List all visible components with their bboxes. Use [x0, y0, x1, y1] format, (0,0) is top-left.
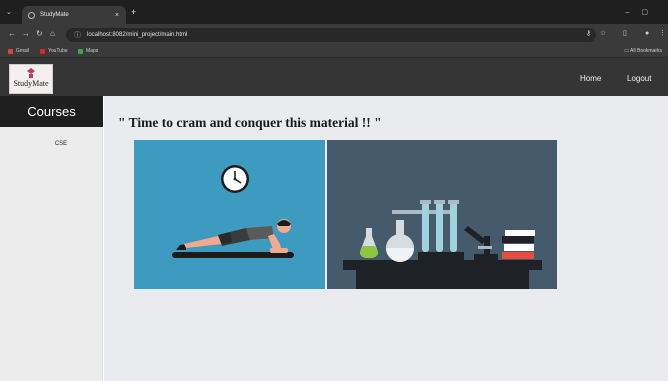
- sidebar-title: Courses: [0, 96, 103, 127]
- address-bar[interactable]: ⓘ localhost:8082/mini_project/main.html: [66, 28, 596, 42]
- sidebar: [0, 96, 103, 381]
- youtube-icon: [40, 48, 45, 54]
- maps-icon: [78, 48, 83, 54]
- graduation-cap-icon: [27, 68, 35, 78]
- reload-icon[interactable]: ↻: [36, 30, 43, 38]
- bookmark-label: YouTube: [48, 48, 68, 54]
- password-key-icon[interactable]: ⚷: [586, 30, 591, 38]
- all-bookmarks-label: All Bookmarks: [630, 48, 662, 54]
- bookmark-maps[interactable]: Maps: [78, 48, 98, 54]
- browser-tab-bar: ⌄ StudyMate × + –▢: [0, 0, 668, 24]
- menu-icon[interactable]: ⋮: [659, 30, 666, 38]
- site-header: [0, 58, 668, 96]
- bookmark-gmail[interactable]: Gmail: [8, 48, 29, 54]
- study-banner-image: [134, 140, 557, 289]
- new-tab-icon[interactable]: +: [131, 8, 136, 17]
- clock-icon: [221, 165, 249, 193]
- tab-close-icon[interactable]: ×: [115, 12, 119, 19]
- browser-toolbar: ← → ↻ ⌂ ⓘ localhost:8082/mini_project/ma…: [0, 24, 668, 46]
- home-icon[interactable]: ⌂: [50, 30, 55, 38]
- profile-avatar-icon[interactable]: ●: [645, 30, 649, 38]
- logo-text: StudyMate: [13, 79, 49, 88]
- nav-logout-link[interactable]: Logout: [627, 74, 651, 83]
- extensions-icon[interactable]: ▯: [623, 30, 627, 38]
- browser-window: ⌄ StudyMate × + –▢ ← → ↻ ⌂ ⓘ localhost:8…: [0, 0, 668, 381]
- page-heading: " Time to cram and conquer this material…: [118, 115, 382, 130]
- forward-icon[interactable]: →: [22, 30, 30, 38]
- window-controls[interactable]: –▢: [625, 8, 660, 16]
- bookmark-star-icon[interactable]: ☆: [600, 30, 606, 38]
- tab-search-icon[interactable]: ⌄: [6, 8, 12, 16]
- site-info-icon[interactable]: ⓘ: [74, 30, 81, 40]
- studymate-logo[interactable]: StudyMate: [9, 64, 53, 94]
- bookmark-label: Maps: [86, 48, 99, 54]
- gmail-icon: [8, 48, 13, 54]
- bookmark-label: Gmail: [16, 48, 30, 54]
- bookmark-youtube[interactable]: YouTube: [40, 48, 68, 54]
- all-bookmarks-button[interactable]: ▭ All Bookmarks: [624, 48, 662, 54]
- browser-tab[interactable]: StudyMate ×: [22, 6, 126, 24]
- back-icon[interactable]: ←: [8, 30, 16, 38]
- bookmarks-bar: Gmail YouTube Maps ▭ All Bookmarks: [0, 46, 668, 58]
- url-text: localhost:8082/mini_project/main.html: [87, 32, 188, 38]
- tab-title: StudyMate: [40, 12, 69, 18]
- nav-home-link[interactable]: Home: [580, 74, 601, 83]
- globe-icon: [28, 11, 35, 19]
